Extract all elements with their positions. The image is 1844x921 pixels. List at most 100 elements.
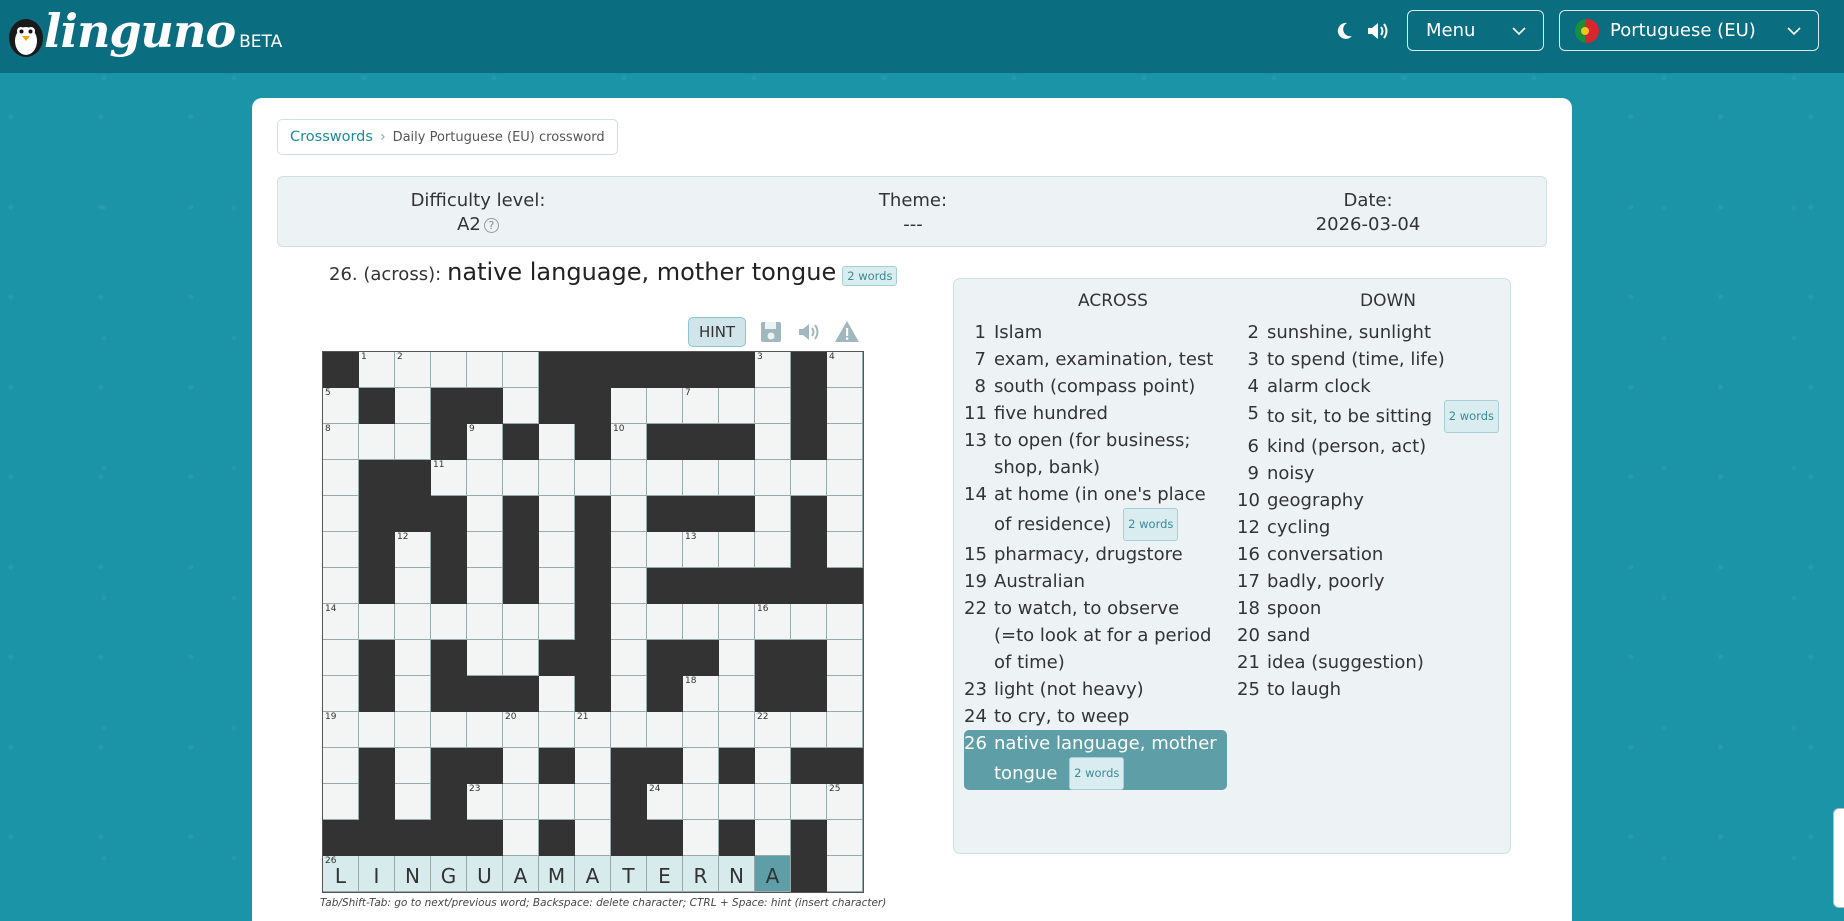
grid-cell[interactable]: [467, 640, 503, 676]
grid-cell[interactable]: [683, 784, 719, 820]
grid-cell[interactable]: [575, 748, 611, 784]
grid-cell[interactable]: [503, 784, 539, 820]
grid-cell[interactable]: [719, 640, 755, 676]
warning-icon[interactable]: [834, 319, 860, 345]
grid-cell[interactable]: A: [503, 856, 539, 892]
grid-cell[interactable]: [323, 640, 359, 676]
grid-cell[interactable]: [539, 424, 575, 460]
across-clue-item[interactable]: 23 light (not heavy): [964, 676, 1227, 703]
grid-cell[interactable]: [755, 496, 791, 532]
hint-button[interactable]: HINT: [688, 317, 747, 347]
grid-cell[interactable]: [539, 676, 575, 712]
grid-cell[interactable]: 16: [755, 604, 791, 640]
grid-cell[interactable]: [683, 820, 719, 856]
grid-cell[interactable]: [791, 460, 827, 496]
down-clue-item[interactable]: 9 noisy: [1237, 460, 1507, 487]
grid-cell[interactable]: T: [611, 856, 647, 892]
grid-cell[interactable]: N: [719, 856, 755, 892]
across-clue-item[interactable]: 26 native language, mother tongue 2 words: [964, 730, 1227, 790]
grid-cell[interactable]: [431, 712, 467, 748]
breadcrumb-crosswords-link[interactable]: Crosswords: [290, 129, 373, 145]
grid-cell[interactable]: [467, 460, 503, 496]
grid-cell[interactable]: [539, 532, 575, 568]
down-clue-item[interactable]: 21 idea (suggestion): [1237, 649, 1507, 676]
grid-cell[interactable]: [467, 568, 503, 604]
grid-cell[interactable]: [719, 712, 755, 748]
grid-cell[interactable]: [539, 784, 575, 820]
grid-cell[interactable]: 3: [755, 352, 791, 388]
grid-cell[interactable]: 23: [467, 784, 503, 820]
grid-cell[interactable]: N: [395, 856, 431, 892]
grid-cell[interactable]: [611, 604, 647, 640]
crossword-grid[interactable]: 1 2 3 4 5 6 7 8 9 10 11 12 13 14 15 16 17 18 19 20 21 22 23 24 2…: [322, 351, 864, 893]
grid-cell[interactable]: [575, 820, 611, 856]
grid-cell[interactable]: I: [359, 856, 395, 892]
grid-cell[interactable]: 19: [323, 712, 359, 748]
grid-cell[interactable]: [323, 568, 359, 604]
grid-cell[interactable]: [539, 460, 575, 496]
grid-cell[interactable]: [359, 712, 395, 748]
across-clue-item[interactable]: 11 five hundred: [964, 400, 1227, 427]
grid-cell[interactable]: [611, 712, 647, 748]
grid-cell[interactable]: 24: [647, 784, 683, 820]
grid-cell[interactable]: [323, 460, 359, 496]
grid-cell[interactable]: [611, 388, 647, 424]
down-clue-item[interactable]: 2 sunshine, sunlight: [1237, 319, 1507, 346]
grid-cell[interactable]: [647, 532, 683, 568]
grid-cell[interactable]: [503, 748, 539, 784]
grid-cell[interactable]: [395, 388, 431, 424]
grid-cell[interactable]: [719, 532, 755, 568]
grid-cell[interactable]: [719, 676, 755, 712]
grid-cell[interactable]: [827, 604, 863, 640]
grid-cell[interactable]: [323, 676, 359, 712]
grid-cell[interactable]: [755, 820, 791, 856]
across-clue-item[interactable]: 13 to open (for business; shop, bank): [964, 427, 1227, 481]
grid-cell[interactable]: A: [575, 856, 611, 892]
grid-cell[interactable]: [359, 424, 395, 460]
grid-cell[interactable]: [323, 496, 359, 532]
grid-cell[interactable]: [647, 460, 683, 496]
speaker-icon[interactable]: [1366, 20, 1390, 42]
grid-cell[interactable]: A: [755, 856, 791, 892]
down-clue-item[interactable]: 5 to sit, to be sitting 2 words: [1237, 400, 1507, 433]
grid-cell[interactable]: [539, 568, 575, 604]
grid-cell[interactable]: [395, 712, 431, 748]
across-clue-item[interactable]: 22 to watch, to observe (=to look at for …: [964, 595, 1227, 676]
grid-cell[interactable]: [755, 460, 791, 496]
grid-cell[interactable]: 14: [323, 604, 359, 640]
grid-cell[interactable]: [467, 352, 503, 388]
grid-cell[interactable]: [647, 712, 683, 748]
across-clue-item[interactable]: 7 exam, examination, test: [964, 346, 1227, 373]
grid-cell[interactable]: M: [539, 856, 575, 892]
grid-cell[interactable]: [359, 604, 395, 640]
grid-cell[interactable]: [395, 748, 431, 784]
grid-cell[interactable]: 10: [611, 424, 647, 460]
grid-cell[interactable]: [611, 532, 647, 568]
grid-cell[interactable]: [791, 604, 827, 640]
grid-cell[interactable]: [755, 532, 791, 568]
across-clue-item[interactable]: 1 Islam: [964, 319, 1227, 346]
grid-cell[interactable]: 25: [827, 784, 863, 820]
grid-cell[interactable]: 1: [359, 352, 395, 388]
grid-cell[interactable]: [647, 388, 683, 424]
grid-cell[interactable]: [503, 352, 539, 388]
grid-cell[interactable]: 18: [683, 676, 719, 712]
grid-cell[interactable]: [791, 712, 827, 748]
grid-cell[interactable]: [611, 568, 647, 604]
grid-cell[interactable]: 8: [323, 424, 359, 460]
grid-cell[interactable]: [827, 856, 863, 892]
grid-cell[interactable]: [431, 604, 467, 640]
moon-icon[interactable]: [1333, 20, 1355, 42]
down-clue-item[interactable]: 4 alarm clock: [1237, 373, 1507, 400]
grid-cell[interactable]: [467, 712, 503, 748]
grid-cell[interactable]: [683, 712, 719, 748]
grid-cell[interactable]: [395, 604, 431, 640]
grid-cell[interactable]: [827, 820, 863, 856]
across-clue-item[interactable]: 19 Australian: [964, 568, 1227, 595]
grid-cell[interactable]: [827, 424, 863, 460]
grid-cell[interactable]: [503, 460, 539, 496]
grid-cell[interactable]: [791, 784, 827, 820]
grid-cell[interactable]: 2: [395, 352, 431, 388]
grid-cell[interactable]: 5: [323, 388, 359, 424]
down-clue-item[interactable]: 6 kind (person, act): [1237, 433, 1507, 460]
